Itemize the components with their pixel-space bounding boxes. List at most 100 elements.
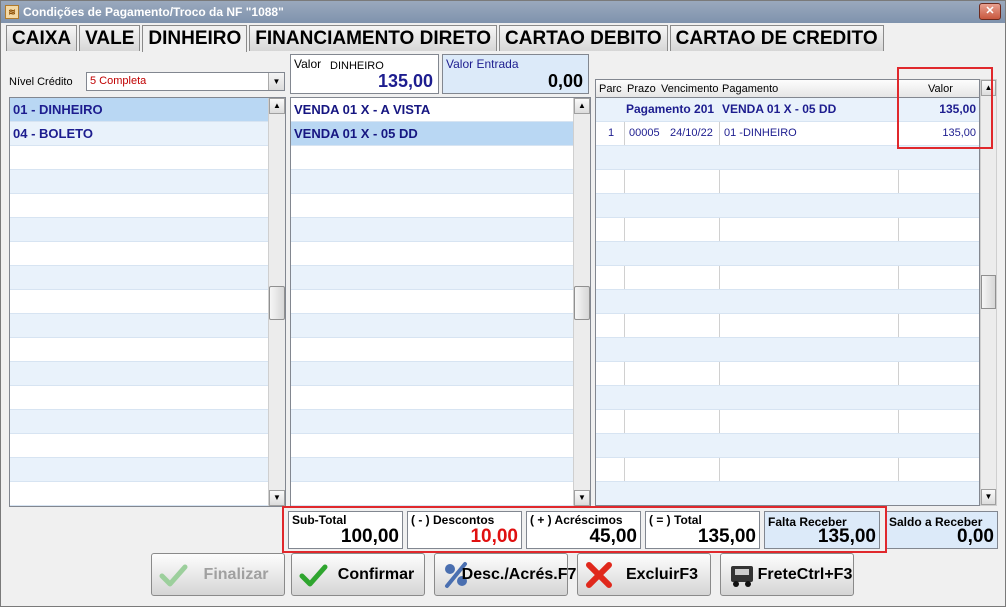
formas-scrollbar[interactable]: ▲ ▼ — [268, 98, 285, 506]
table-row — [596, 218, 979, 242]
table-row — [596, 362, 979, 386]
list-item — [10, 434, 285, 458]
list-item — [10, 218, 285, 242]
window-title: Condições de Pagamento/Troco da NF "1088… — [23, 5, 284, 19]
list-item — [10, 242, 285, 266]
excluir-shortcut: F3 — [679, 566, 699, 583]
formas-pagamento-list: 01 - DINHEIRO 04 - BOLETO ▲ ▼ — [9, 97, 286, 507]
truck-icon — [731, 566, 753, 587]
table-row — [596, 146, 979, 170]
close-icon: ✕ — [985, 5, 995, 17]
valor-entrada-label: Valor Entrada — [446, 57, 519, 71]
list-item — [10, 146, 285, 170]
scroll-down-icon[interactable]: ▼ — [269, 490, 285, 506]
list-item — [291, 434, 590, 458]
tab-cartao-de-credito[interactable]: CARTAO DE CREDITO — [669, 25, 884, 51]
close-button[interactable]: ✕ — [979, 3, 1001, 20]
scroll-down-icon[interactable]: ▼ — [981, 489, 996, 505]
valor-box: Valor DINHEIRO 135,00 — [290, 54, 439, 94]
totals-highlight — [282, 506, 887, 553]
excluir-label: Excluir F3 — [618, 554, 706, 595]
row-vencimento: 24/10/22 — [670, 127, 713, 139]
desc-acres-shortcut: F7 — [557, 566, 577, 583]
frete-shortcut: Ctrl+F3 — [796, 566, 853, 583]
table-row — [596, 314, 979, 338]
tab-caixa[interactable]: CAIXA — [6, 25, 78, 51]
list-item — [291, 458, 590, 482]
scroll-thumb[interactable] — [269, 286, 285, 320]
forma-label: 04 - BOLETO — [13, 126, 93, 141]
confirmar-button[interactable]: Confirmar — [291, 553, 425, 596]
frete-text: Frete — [757, 566, 797, 583]
saldo-receber-box: Saldo a Receber 0,00 — [885, 511, 998, 549]
list-item — [291, 386, 590, 410]
frete-button[interactable]: Frete Ctrl+F3 — [720, 553, 854, 596]
scroll-thumb[interactable] — [574, 286, 590, 320]
condicao-label: VENDA 01 X - 05 DD — [294, 126, 418, 141]
col-vencimento[interactable]: Vencimento — [661, 83, 718, 95]
list-item[interactable]: 01 - DINHEIRO — [10, 98, 285, 122]
list-item[interactable]: VENDA 01 X - 05 DD — [291, 122, 590, 146]
scroll-up-icon[interactable]: ▲ — [574, 98, 590, 114]
list-item — [291, 410, 590, 434]
payment-window: ≋ Condições de Pagamento/Troco da NF "10… — [0, 0, 1006, 607]
forma-label: 01 - DINHEIRO — [13, 102, 103, 117]
valor-entrada-box[interactable]: Valor Entrada 0,00 — [442, 54, 589, 94]
list-item — [291, 338, 590, 362]
excluir-button[interactable]: Excluir F3 — [577, 553, 711, 596]
scroll-up-icon[interactable]: ▲ — [269, 98, 285, 114]
condicoes-scrollbar[interactable]: ▲ ▼ — [573, 98, 590, 506]
list-item — [291, 170, 590, 194]
tab-vale[interactable]: VALE — [79, 25, 141, 51]
table-row — [596, 410, 979, 434]
list-item — [10, 386, 285, 410]
col-prazo[interactable]: Prazo — [627, 83, 656, 95]
valor-entrada-amount[interactable]: 0,00 — [548, 71, 583, 92]
desc-acres-button[interactable]: Desc./Acrés. F7 — [434, 553, 576, 596]
tab-dinheiro[interactable]: DINHEIRO — [142, 25, 248, 52]
chevron-down-icon[interactable]: ▼ — [268, 73, 284, 90]
nivel-credito-select[interactable]: 5 Completa ▼ — [86, 72, 285, 91]
table-row — [596, 266, 979, 290]
table-row — [596, 458, 979, 482]
finalizar-button[interactable]: Finalizar — [151, 553, 285, 596]
row-prazo: 00005 — [629, 127, 660, 139]
valor-amount: 135,00 — [377, 71, 433, 91]
table-row — [596, 194, 979, 218]
list-item — [291, 218, 590, 242]
list-item[interactable]: VENDA 01 X - A VISTA — [291, 98, 590, 122]
scroll-down-icon[interactable]: ▼ — [574, 490, 590, 506]
list-item — [10, 170, 285, 194]
col-pagamento[interactable]: Pagamento — [722, 83, 778, 95]
table-row — [596, 338, 979, 362]
parcelas-table: Pagamento 201 VENDA 01 X - 05 DD 135,00 … — [595, 98, 980, 506]
list-item — [291, 194, 590, 218]
list-item — [291, 290, 590, 314]
list-item — [291, 242, 590, 266]
col-parc[interactable]: Parc — [599, 83, 622, 95]
list-item[interactable]: 04 - BOLETO — [10, 122, 285, 146]
title-bar: ≋ Condições de Pagamento/Troco da NF "10… — [1, 1, 1005, 23]
excluir-text: Excluir — [625, 566, 680, 583]
row-parc: 1 — [608, 127, 615, 139]
tab-cartao-debito[interactable]: CARTAO DEBITO — [499, 25, 668, 51]
list-item — [10, 266, 285, 290]
group-pagamento: VENDA 01 X - 05 DD — [722, 102, 837, 116]
list-item — [291, 146, 590, 170]
desc-acres-text: Desc./Acrés. — [461, 566, 558, 583]
list-item — [10, 290, 285, 314]
delete-x-icon — [586, 562, 612, 588]
saldo-receber-value: 0,00 — [957, 526, 994, 547]
list-item — [291, 314, 590, 338]
scroll-thumb[interactable] — [981, 275, 996, 309]
condicoes-list: VENDA 01 X - A VISTA VENDA 01 X - 05 DD … — [290, 97, 591, 507]
group-label: Pagamento 201 — [626, 102, 715, 116]
tab-financiamento-direto[interactable]: FINANCIAMENTO DIRETO — [249, 25, 498, 51]
list-item — [291, 362, 590, 386]
list-item — [10, 362, 285, 386]
list-item — [10, 338, 285, 362]
list-item — [10, 458, 285, 482]
app-icon: ≋ — [5, 5, 19, 19]
list-item — [291, 482, 590, 506]
table-row — [596, 170, 979, 194]
